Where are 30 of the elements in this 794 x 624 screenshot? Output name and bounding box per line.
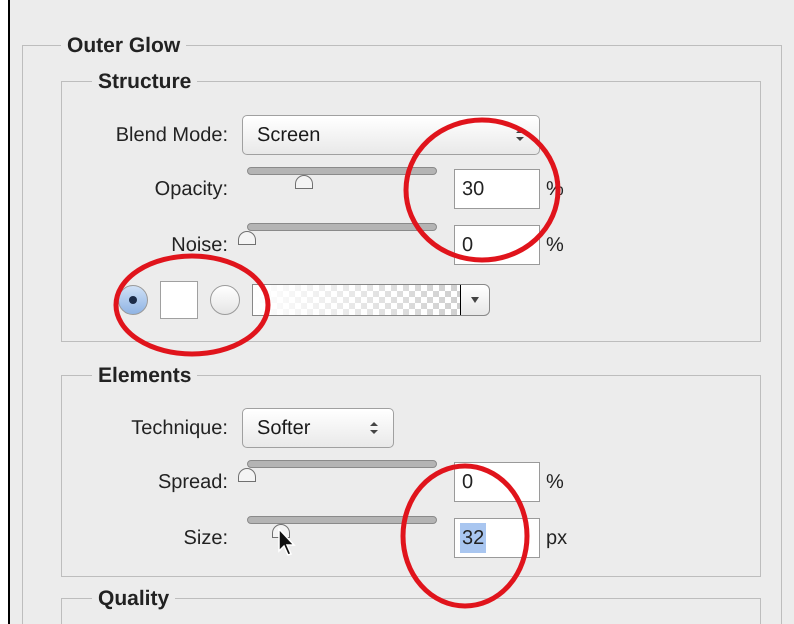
field-value: 0: [461, 470, 474, 494]
unit-label: %: [546, 470, 564, 494]
radio-button[interactable]: [210, 285, 240, 315]
field-value: 32: [460, 522, 486, 552]
gradient-picker[interactable]: [252, 284, 490, 316]
slider-thumb[interactable]: [238, 468, 256, 482]
slider-thumb[interactable]: [295, 175, 313, 189]
unit-label: px: [546, 526, 568, 550]
field-label: Technique:: [131, 416, 228, 438]
section-title: Structure: [98, 70, 192, 92]
radio-button[interactable]: [118, 285, 148, 315]
color-swatch[interactable]: [160, 281, 198, 319]
field-label: Noise:: [171, 234, 228, 256]
field-label: Blend Mode:: [116, 124, 228, 146]
value-field[interactable]: 30: [454, 169, 540, 209]
field-label: Opacity:: [154, 178, 228, 200]
unit-label: %: [546, 233, 564, 258]
dropdown[interactable]: Screen: [242, 115, 540, 155]
field-value: 30: [461, 177, 486, 202]
panel-title: Outer Glow: [67, 34, 180, 57]
field-value: 0: [461, 233, 474, 258]
dropdown[interactable]: Softer: [242, 408, 394, 448]
up-down-caret-icon: [369, 420, 379, 434]
caret-icon: [470, 296, 480, 304]
field-label: Spread:: [158, 470, 228, 492]
slider-thumb[interactable]: [238, 231, 256, 245]
value-field[interactable]: 32: [454, 518, 540, 558]
field-label: Size:: [184, 526, 228, 548]
section-title: Quality: [98, 586, 170, 610]
section-title: Elements: [98, 364, 192, 387]
